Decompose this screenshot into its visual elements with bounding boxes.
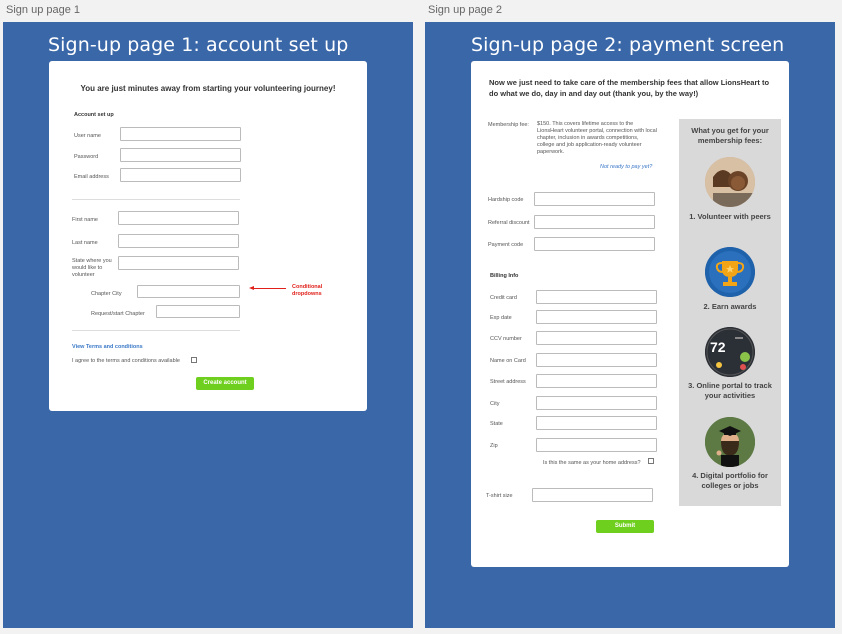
chapter-city-dropdown[interactable] bbox=[137, 285, 240, 298]
zip-label: Zip bbox=[490, 443, 498, 449]
name-on-card-input[interactable] bbox=[536, 353, 657, 367]
last-name-label: Last name bbox=[72, 240, 98, 246]
chapter-city-label: Chapter City bbox=[91, 291, 122, 297]
city-label: City bbox=[490, 401, 500, 407]
divider bbox=[72, 330, 240, 331]
tshirt-label: T-shirt size bbox=[486, 493, 513, 499]
first-name-input[interactable] bbox=[118, 211, 239, 225]
conditional-dropdowns-note: Conditional dropdowns bbox=[292, 284, 323, 297]
artboard-page2: Sign-up page 2: payment screen Now we ju… bbox=[425, 22, 835, 628]
benefit-awards-caption: 2. Earn awards bbox=[703, 302, 757, 311]
first-name-label: First name bbox=[72, 217, 98, 223]
exp-date-label: Exp date bbox=[490, 315, 512, 321]
page1-title: Sign-up page 1: account set up bbox=[48, 34, 349, 56]
annotation-arrow-head bbox=[249, 285, 254, 290]
billing-info-heading: Billing Info bbox=[490, 273, 519, 279]
referral-discount-input[interactable] bbox=[534, 215, 655, 229]
state-label: State bbox=[490, 421, 503, 427]
view-terms-link[interactable]: View Terms and conditions bbox=[72, 344, 143, 350]
benefit-volunteer-caption: 1. Volunteer with peers bbox=[689, 212, 771, 221]
payment-card: Now we just need to take care of the mem… bbox=[471, 61, 789, 567]
password-input[interactable] bbox=[120, 148, 241, 162]
page2-title: Sign-up page 2: payment screen bbox=[471, 34, 785, 56]
not-ready-link[interactable]: Not ready to pay yet? bbox=[600, 164, 652, 170]
benefit-portal-caption: 3. Online portal to track your activitie… bbox=[688, 381, 772, 400]
annotation-arrow bbox=[253, 288, 286, 289]
exp-date-input[interactable] bbox=[536, 310, 657, 324]
trophy-icon bbox=[705, 247, 755, 297]
page2-heading: Now we just need to take care of the mem… bbox=[489, 78, 770, 98]
hardship-code-label: Hardship code bbox=[488, 197, 524, 203]
user-name-input[interactable] bbox=[120, 127, 241, 141]
zip-input[interactable] bbox=[536, 438, 657, 452]
ccv-input[interactable] bbox=[536, 331, 657, 345]
graduate-photo bbox=[705, 417, 755, 467]
divider bbox=[72, 199, 240, 200]
request-chapter-label: Request/start Chapter bbox=[91, 311, 145, 317]
city-input[interactable] bbox=[536, 396, 657, 410]
submit-button[interactable]: Submit bbox=[596, 520, 654, 533]
last-name-input[interactable] bbox=[118, 234, 239, 248]
payment-code-input[interactable] bbox=[534, 237, 655, 251]
volunteer-photo bbox=[705, 157, 755, 207]
membership-fee-label: Membership fee: bbox=[488, 122, 529, 128]
street-address-input[interactable] bbox=[536, 374, 657, 388]
email-input[interactable] bbox=[120, 168, 241, 182]
page1-heading: You are just minutes away from starting … bbox=[80, 84, 336, 93]
street-address-label: Street address bbox=[490, 379, 526, 385]
agree-terms-checkbox[interactable] bbox=[191, 357, 197, 363]
artboard-label-page2: Sign up page 2 bbox=[428, 4, 503, 16]
referral-discount-label: Referral discount bbox=[488, 220, 530, 226]
section-account-setup: Account set up bbox=[74, 112, 114, 118]
ccv-label: CCV number bbox=[490, 336, 522, 342]
portal-dashboard-icon: 72 bbox=[705, 327, 755, 377]
user-name-label: User name bbox=[74, 133, 101, 139]
benefits-panel: What you get for your membership fees: 1… bbox=[679, 119, 781, 506]
benefit-portfolio-caption: 4. Digital portfolio for colleges or job… bbox=[692, 471, 768, 490]
hardship-code-input[interactable] bbox=[534, 192, 655, 206]
state-label: State where you would like to volunteer bbox=[72, 258, 112, 278]
artboard-page1: Sign-up page 1: account set up You are j… bbox=[3, 22, 413, 628]
same-home-checkbox[interactable] bbox=[648, 458, 654, 464]
account-setup-card: You are just minutes away from starting … bbox=[49, 61, 367, 411]
agree-terms-label: I agree to the terms and conditions avai… bbox=[72, 358, 180, 364]
credit-card-label: Credit card bbox=[490, 295, 517, 301]
state-dropdown[interactable] bbox=[118, 256, 239, 270]
state-input[interactable] bbox=[536, 416, 657, 430]
name-on-card-label: Name on Card bbox=[490, 358, 526, 364]
portal-number: 72 bbox=[710, 339, 726, 355]
email-label: Email address bbox=[74, 174, 109, 180]
create-account-button[interactable]: Create account bbox=[196, 377, 254, 390]
password-label: Password bbox=[74, 154, 99, 160]
artboard-label-page1: Sign up page 1 bbox=[6, 4, 81, 16]
same-home-label: Is this the same as your home address? bbox=[543, 460, 641, 466]
benefits-title: What you get for your membership fees: bbox=[691, 126, 769, 145]
request-chapter-input[interactable] bbox=[156, 305, 240, 318]
payment-code-label: Payment code bbox=[488, 242, 524, 248]
membership-fee-text: $150. This covers lifetime access to the… bbox=[537, 121, 657, 155]
credit-card-input[interactable] bbox=[536, 290, 657, 304]
tshirt-dropdown[interactable] bbox=[532, 488, 653, 502]
